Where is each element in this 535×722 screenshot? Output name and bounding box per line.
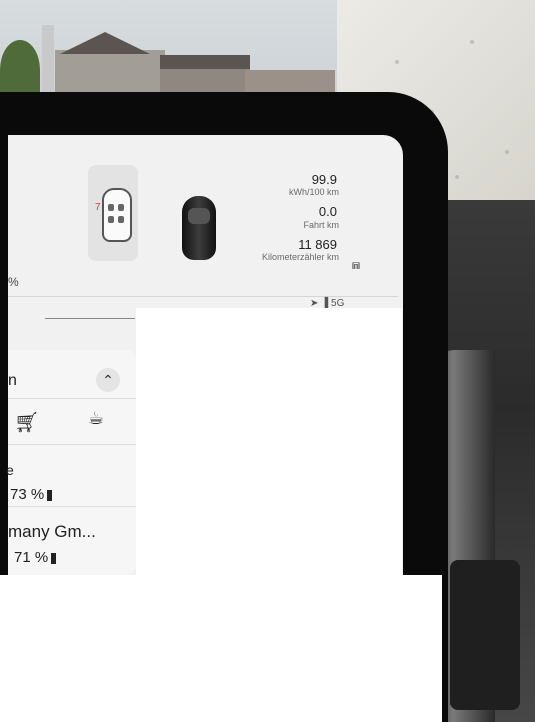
divider bbox=[8, 444, 136, 445]
raindrop bbox=[505, 150, 509, 154]
battery-icon bbox=[47, 489, 53, 501]
divider bbox=[8, 296, 398, 297]
panel-title: n bbox=[8, 372, 17, 389]
consumption-unit: kWh/100 km bbox=[288, 187, 339, 197]
list-item-battery: 73 % bbox=[10, 486, 53, 503]
odometer-unit: Kilometerzähler km bbox=[261, 252, 339, 262]
list-item-prefix: e bbox=[6, 462, 14, 478]
raindrop bbox=[455, 175, 459, 179]
masked-region bbox=[136, 308, 402, 578]
list-item-title[interactable]: many Gm... bbox=[8, 522, 96, 542]
progress-line bbox=[45, 318, 135, 319]
battery-icon bbox=[51, 552, 57, 564]
photo: 7 99.9 kWh/100 km 0.0 Fahrt km 11 869 Ki… bbox=[0, 0, 535, 722]
chevron-up-icon[interactable]: ⌃ bbox=[96, 368, 120, 392]
tree bbox=[0, 40, 40, 100]
trip-value: 0.0 bbox=[318, 204, 337, 219]
raindrop bbox=[395, 60, 399, 64]
raindrop bbox=[470, 40, 474, 44]
masked-region bbox=[0, 575, 442, 722]
air-vent bbox=[450, 560, 520, 710]
odometer-value: 11 869 bbox=[298, 237, 337, 252]
chimney bbox=[42, 25, 54, 95]
door-indicator: 7 bbox=[95, 202, 101, 213]
divider bbox=[8, 398, 136, 399]
roof bbox=[160, 55, 250, 69]
divider bbox=[8, 506, 136, 507]
battery-percent: % bbox=[8, 275, 19, 289]
consumption-value: 99.9 bbox=[311, 172, 337, 187]
trip-unit: Fahrt km bbox=[303, 220, 339, 230]
car-top-view-icon bbox=[102, 188, 132, 242]
coffee-icon[interactable]: ☕︎ bbox=[88, 408, 104, 429]
list-item-battery: 71 % bbox=[14, 549, 57, 566]
car-3d-icon bbox=[182, 196, 216, 260]
wiper-icon[interactable]: ⩎ bbox=[352, 256, 374, 274]
shopping-cart-icon[interactable]: 🛒︎ bbox=[14, 410, 39, 435]
